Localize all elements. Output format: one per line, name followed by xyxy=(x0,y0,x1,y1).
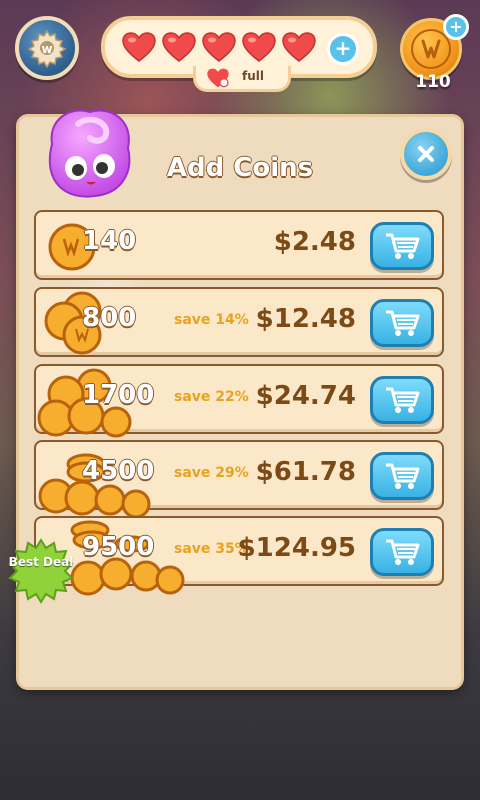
offer-amount: 4500 xyxy=(82,456,155,486)
shopping-cart-icon xyxy=(386,233,420,259)
buy-button[interactable] xyxy=(370,222,434,270)
shopping-cart-icon xyxy=(386,310,420,336)
close-icon xyxy=(418,146,434,162)
svg-text:w: w xyxy=(41,42,52,56)
gear-icon: w xyxy=(27,29,67,68)
offer-amount: 140 xyxy=(82,226,137,256)
buy-button[interactable] xyxy=(370,376,434,424)
offer-amount: 1700 xyxy=(82,380,155,410)
offer-price: $12.48 xyxy=(255,304,356,334)
offer-amount: 800 xyxy=(82,303,137,333)
close-button[interactable] xyxy=(400,128,452,180)
heart-icon xyxy=(282,32,316,62)
buy-button[interactable] xyxy=(370,299,434,347)
shopping-cart-icon xyxy=(386,539,420,565)
add-life-button[interactable]: + xyxy=(327,33,359,65)
offer-price: $61.78 xyxy=(255,457,356,487)
settings-button[interactable]: w xyxy=(15,16,79,80)
heart-refill-icon xyxy=(207,68,229,88)
offer-amount: 9500 xyxy=(82,532,155,562)
lives-status-tab: full xyxy=(193,66,291,92)
heart-icon xyxy=(202,32,236,62)
offer-save-label: save 29% xyxy=(174,465,249,481)
coin-offer-row[interactable]: 4500 save 29% $61.78 xyxy=(34,440,444,519)
shopping-cart-icon xyxy=(386,387,420,413)
coin-offer-row[interactable]: 9500 save 35% $124.95 xyxy=(34,516,444,596)
top-bar: w + full + 110 xyxy=(0,0,480,100)
plus-icon: + xyxy=(449,17,463,36)
heart-icon xyxy=(242,32,276,62)
coin-offer-row[interactable]: 1700 save 22% $24.74 xyxy=(34,364,444,438)
shopping-cart-icon xyxy=(386,463,420,489)
offer-price: $124.95 xyxy=(237,533,356,563)
best-deal-badge: Best Deal xyxy=(8,538,74,604)
lives-status-text: full xyxy=(242,69,264,83)
offer-save-label: save 22% xyxy=(174,389,249,405)
starburst-icon xyxy=(8,538,74,604)
heart-icon xyxy=(162,32,196,62)
jelly-mascot-icon xyxy=(49,109,131,198)
plus-icon: + xyxy=(334,36,352,60)
offer-price: $2.48 xyxy=(273,227,356,257)
add-coins-button[interactable]: + xyxy=(443,14,469,40)
buy-button[interactable] xyxy=(370,452,434,500)
coin-offer-row[interactable]: 140 $2.48 xyxy=(34,210,444,280)
coin-balance-count: 110 xyxy=(415,72,451,92)
best-deal-label: Best Deal xyxy=(8,555,74,569)
offer-price: $24.74 xyxy=(255,381,356,411)
heart-icon xyxy=(122,32,156,62)
buy-button[interactable] xyxy=(370,528,434,576)
coin-offer-row[interactable]: 800 save 14% $12.48 xyxy=(34,287,444,357)
offer-save-label: save 14% xyxy=(174,312,249,328)
